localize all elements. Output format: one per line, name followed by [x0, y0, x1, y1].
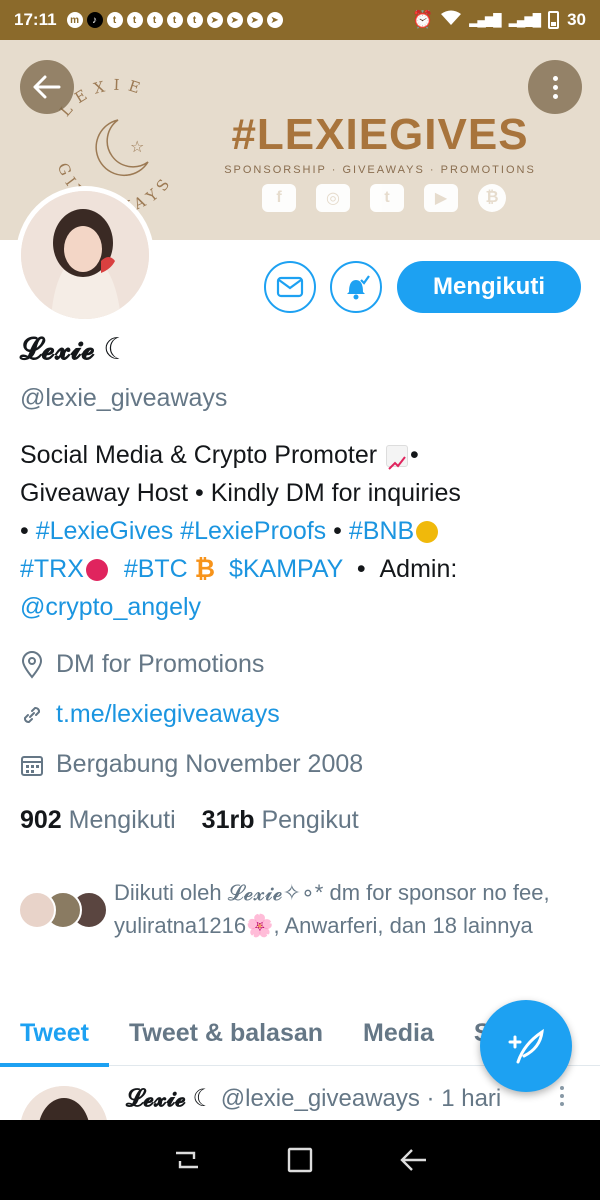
- hashtag-link[interactable]: #BTC: [124, 555, 188, 583]
- tab-tweets-replies[interactable]: Tweet & balasan: [109, 1000, 343, 1066]
- wifi-icon: [441, 10, 462, 31]
- battery-level: 30: [567, 10, 586, 29]
- system-nav-bar: [0, 1120, 600, 1200]
- avatar: [18, 891, 56, 929]
- twitter-icon: t: [370, 184, 404, 212]
- signal-icon: ▂▄▆█: [508, 13, 541, 27]
- banner-tagline: SPONSORSHIP · GIVEAWAYS · PROMOTIONS: [224, 164, 536, 176]
- hashtag-link[interactable]: #TRX: [20, 555, 84, 583]
- back-button[interactable]: [20, 60, 74, 114]
- messenger-icon: m: [66, 12, 83, 28]
- alarm-icon: ⏰: [411, 10, 434, 29]
- calendar-icon: [21, 755, 43, 776]
- cashtag-link[interactable]: $KAMPAY: [229, 555, 343, 583]
- profile-bio: Social Media & Crypto Promoter • Giveawa…: [20, 441, 461, 621]
- more-options-button[interactable]: [528, 60, 582, 114]
- bio-text: Giveaway Host • Kindly DM for inquiries: [20, 479, 461, 507]
- followed-by[interactable]: Diikuti oleh 𝓛𝓮𝔁𝓲𝓮✧∘* dm for sponsor no …: [18, 876, 588, 942]
- tiktok-icon: ♪: [86, 12, 103, 28]
- followed-by-avatars: [18, 885, 114, 933]
- bitcoin-icon: ₿: [478, 184, 506, 212]
- following-count[interactable]: 902 Mengikuti: [20, 806, 176, 835]
- telegram-icon: ➤: [266, 12, 283, 28]
- notifications-button[interactable]: [330, 261, 382, 313]
- chart-increasing-icon: [386, 445, 409, 471]
- profile-handle: @lexie_giveaways: [20, 384, 228, 412]
- followed-by-text: Diikuti oleh 𝓛𝓮𝔁𝓲𝓮✧∘* dm for sponsor no …: [114, 880, 550, 938]
- profile-name: 𝓛𝓮𝔁𝓲𝓮 ☾: [20, 333, 131, 366]
- tron-coin-icon: [85, 559, 108, 582]
- feather-plus-icon: [508, 1028, 544, 1064]
- message-button[interactable]: [264, 261, 316, 313]
- tweet-more-button[interactable]: [560, 1086, 564, 1106]
- svg-text:☆: ☆: [130, 139, 144, 156]
- compose-tweet-button[interactable]: [480, 1000, 572, 1092]
- youtube-icon: ▶: [424, 184, 458, 212]
- battery-icon: [548, 11, 560, 29]
- twitter-icon: t: [146, 12, 163, 28]
- hashtag-link[interactable]: #LexieGives: [36, 517, 174, 545]
- tweet-header: 𝓛𝓮𝔁𝓲𝓮 ☾ @lexie_giveaways · 1 hari: [126, 1084, 501, 1113]
- facebook-icon: f: [262, 184, 296, 212]
- followers-count[interactable]: 31rb Pengikut: [202, 806, 359, 835]
- hashtag-link[interactable]: #BNB: [349, 517, 414, 545]
- tab-tweets[interactable]: Tweet: [0, 1000, 109, 1067]
- twitter-icon: t: [126, 12, 143, 28]
- bio-text: Social Media & Crypto Promoter: [20, 441, 378, 469]
- telegram-icon: ➤: [246, 12, 263, 28]
- website-link[interactable]: t.me/lexiegiveaways: [56, 700, 280, 729]
- system-indicators: ⏰ ▂▄▆█ ▂▄▆█ 30: [412, 10, 586, 31]
- bnb-coin-icon: [416, 521, 439, 544]
- tweet-author-name[interactable]: 𝓛𝓮𝔁𝓲𝓮 ☾: [126, 1085, 214, 1112]
- location-pin-icon: [21, 650, 43, 679]
- home-icon[interactable]: [286, 1146, 314, 1174]
- profile-joined: Bergabung November 2008: [20, 750, 363, 779]
- mail-icon: [276, 276, 304, 298]
- back-nav-icon[interactable]: [398, 1147, 428, 1173]
- tweet-meta: @lexie_giveaways · 1 hari: [220, 1085, 502, 1112]
- hashtag-link[interactable]: #LexieProofs: [180, 517, 326, 545]
- signal-icon: ▂▄▆█: [469, 13, 501, 27]
- telegram-icon: ➤: [226, 12, 243, 28]
- profile-website[interactable]: t.me/lexiegiveaways: [20, 700, 280, 729]
- tab-media[interactable]: Media: [343, 1000, 454, 1066]
- bitcoin-icon: ₿: [194, 555, 216, 583]
- recent-apps-icon[interactable]: [172, 1147, 202, 1173]
- twitter-icon: t: [166, 12, 183, 28]
- banner-hashtag: #LEXIEGIVES: [231, 110, 529, 159]
- notification-icons: m ♪ t t t t t ➤ ➤ ➤ ➤: [66, 12, 283, 28]
- status-bar: 17:11 m ♪ t t t t t ➤ ➤ ➤ ➤ ⏰ ▂▄▆█ ▂▄▆█ …: [0, 0, 600, 40]
- follow-counts: 902 Mengikuti 31rb Pengikut: [20, 806, 359, 835]
- bell-check-icon: [347, 275, 370, 300]
- twitter-icon: t: [106, 12, 123, 28]
- mention-link[interactable]: @crypto_angely: [20, 593, 201, 621]
- status-time: 17:11: [14, 10, 57, 29]
- instagram-icon: ◎: [316, 184, 350, 212]
- profile-avatar[interactable]: [16, 186, 154, 324]
- twitter-icon: t: [186, 12, 203, 28]
- link-icon: [23, 706, 41, 723]
- following-button[interactable]: Mengikuti: [397, 261, 581, 313]
- banner-social-icons: f ◎ t ▶ ₿: [262, 184, 506, 212]
- telegram-icon: ➤: [206, 12, 223, 28]
- profile-location: DM for Promotions: [20, 650, 264, 679]
